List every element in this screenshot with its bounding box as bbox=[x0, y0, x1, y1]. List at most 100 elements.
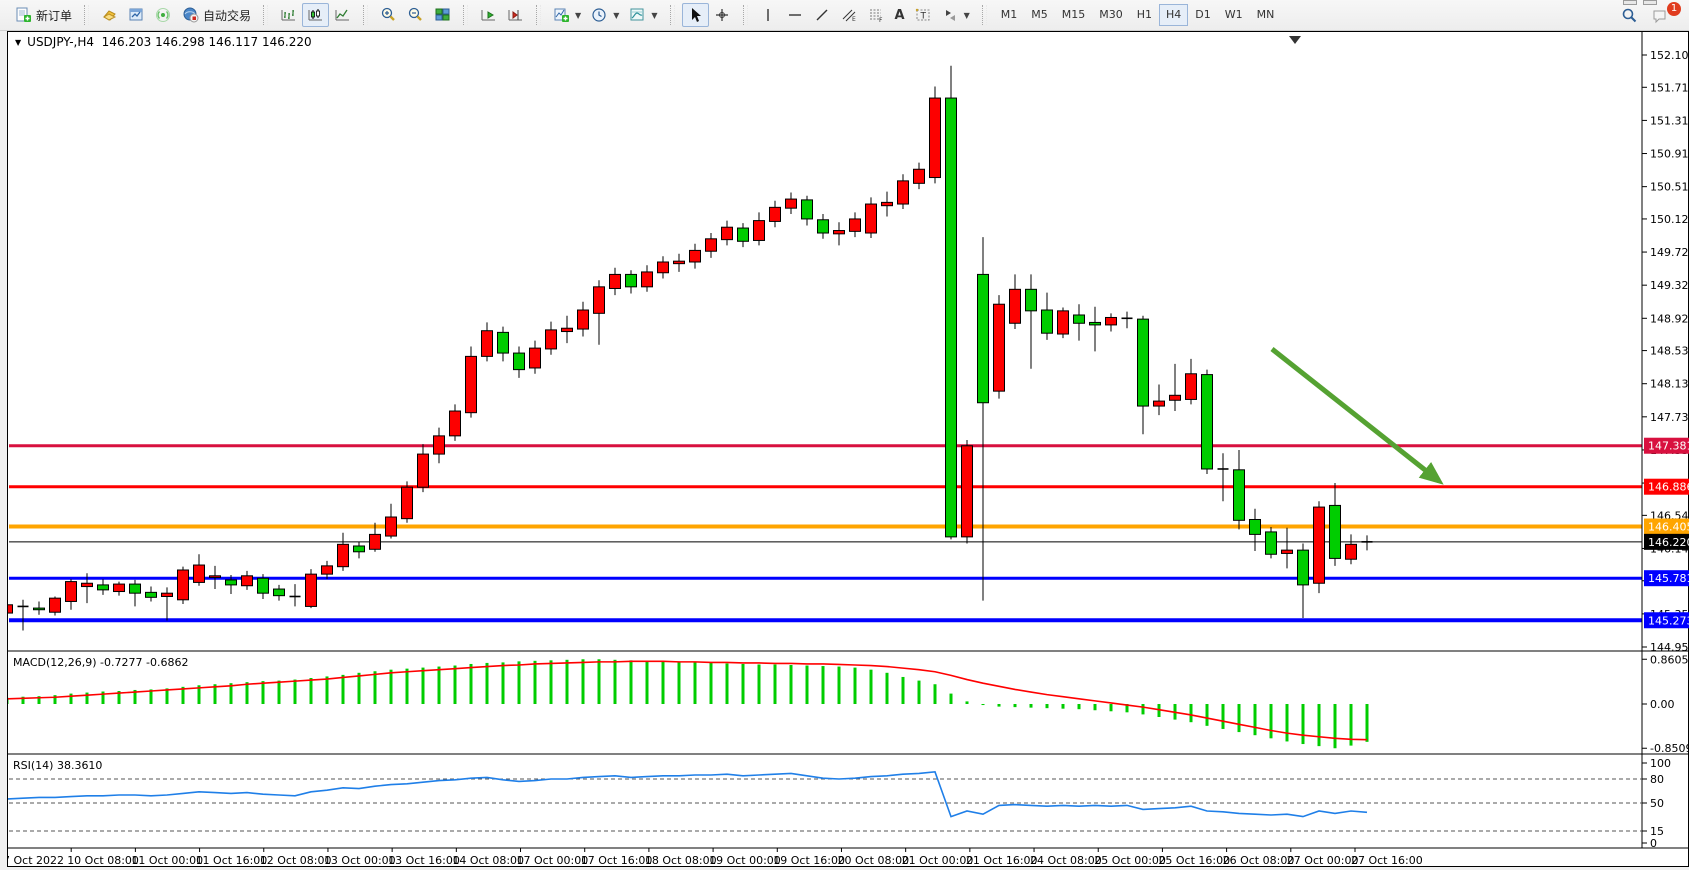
cursor-tool-button[interactable] bbox=[682, 3, 709, 27]
rsi-line bbox=[8, 772, 1367, 817]
signals-button[interactable] bbox=[150, 3, 177, 27]
candlestick-icon bbox=[307, 7, 324, 23]
arrows-tool-button[interactable]: ▼ bbox=[937, 3, 975, 27]
svg-text:146.886: 146.886 bbox=[1648, 481, 1689, 494]
timeframe-M5[interactable]: M5 bbox=[1024, 4, 1055, 26]
dropdown-arrow-icon: ▼ bbox=[964, 11, 970, 20]
svg-text:17 Oct 00:00: 17 Oct 00:00 bbox=[517, 854, 589, 867]
templates-button[interactable]: ▼ bbox=[624, 3, 662, 27]
dropdown-arrow-icon: ▼ bbox=[613, 11, 619, 20]
svg-text:149.720: 149.720 bbox=[1650, 246, 1689, 259]
main-toolbar: 新订单 自动交易 bbox=[0, 0, 1689, 31]
svg-text:144.950: 144.950 bbox=[1650, 641, 1689, 654]
svg-text:-0.8509: -0.8509 bbox=[1650, 742, 1689, 755]
candlestick-mode-button[interactable] bbox=[302, 3, 329, 27]
tile-windows-button[interactable] bbox=[429, 3, 456, 27]
time-axis[interactable]: 7 Oct 202210 Oct 08:0011 Oct 00:0011 Oct… bbox=[8, 848, 1423, 867]
svg-text:148.130: 148.130 bbox=[1650, 378, 1689, 391]
timeframe-M15[interactable]: M15 bbox=[1055, 4, 1093, 26]
svg-text:19 Oct 16:00: 19 Oct 16:00 bbox=[773, 854, 845, 867]
notification-badge: 1 bbox=[1667, 2, 1681, 16]
search-icon[interactable] bbox=[1620, 7, 1637, 23]
quotes-button[interactable] bbox=[96, 3, 123, 27]
timeframe-H1[interactable]: H1 bbox=[1130, 4, 1159, 26]
toolbar-separator bbox=[363, 5, 368, 25]
svg-text:147.381: 147.381 bbox=[1648, 440, 1689, 453]
svg-text:21 Oct 00:00: 21 Oct 00:00 bbox=[902, 854, 974, 867]
channel-icon: E bbox=[841, 7, 858, 23]
svg-text:27 Oct 00:00: 27 Oct 00:00 bbox=[1287, 854, 1359, 867]
zoom-in-icon bbox=[380, 7, 397, 23]
timeframe-group: M1M5M15M30H1H4D1W1MN bbox=[990, 0, 1286, 30]
zoom-out-button[interactable] bbox=[402, 3, 429, 27]
window-restore-button[interactable] bbox=[1643, 0, 1657, 5]
svg-text:100: 100 bbox=[1650, 757, 1671, 770]
svg-text:18 Oct 08:00: 18 Oct 08:00 bbox=[645, 854, 717, 867]
line-chart-mode-button[interactable] bbox=[329, 3, 356, 27]
timeframe-W1[interactable]: W1 bbox=[1218, 4, 1250, 26]
auto-scroll-button[interactable] bbox=[475, 3, 502, 27]
new-order-button[interactable]: 新订单 bbox=[10, 3, 77, 27]
auto-scroll-icon bbox=[480, 7, 497, 23]
chart-title-ohlc: 146.203 146.298 146.117 146.220 bbox=[102, 35, 312, 49]
svg-text:146.405: 146.405 bbox=[1648, 521, 1689, 534]
horizontal-line-icon bbox=[787, 7, 804, 23]
chart-menu-triangle-icon[interactable]: ▼ bbox=[15, 38, 21, 47]
macd-indicator-label: MACD(12,26,9) -0.7277 -0.6862 bbox=[13, 656, 188, 669]
chart-canvas[interactable]: 152.100151.710151.310150.910150.510150.1… bbox=[8, 32, 1689, 868]
dropdown-arrow-icon: ▼ bbox=[575, 11, 581, 20]
zoom-in-button[interactable] bbox=[375, 3, 402, 27]
bar-chart-mode-button[interactable] bbox=[275, 3, 302, 27]
price-axis[interactable]: 152.100151.710151.310150.910150.510150.1… bbox=[1642, 49, 1689, 654]
toolbar-separator bbox=[982, 5, 987, 25]
price-level-lines bbox=[9, 446, 1642, 621]
template-icon bbox=[629, 7, 646, 23]
new-order-icon bbox=[15, 7, 32, 23]
market-watch-button[interactable] bbox=[123, 3, 150, 27]
trend-arrow-annotation[interactable] bbox=[1272, 349, 1439, 481]
chat-notifications-icon[interactable]: 1 bbox=[1651, 7, 1673, 23]
chart-window[interactable]: ▼ USDJPY-,H4 146.203 146.298 146.117 146.… bbox=[7, 31, 1689, 867]
timeframe-D1[interactable]: D1 bbox=[1188, 4, 1217, 26]
vertical-line-tool-button[interactable] bbox=[755, 3, 782, 27]
auto-trading-button[interactable]: 自动交易 bbox=[177, 3, 256, 27]
crosshair-icon bbox=[714, 7, 731, 23]
periods-button[interactable]: ▼ bbox=[586, 3, 624, 27]
equidistant-channel-tool-button[interactable]: E bbox=[836, 3, 863, 27]
svg-text:149.320: 149.320 bbox=[1650, 279, 1689, 292]
toolbar-separator bbox=[463, 5, 468, 25]
trendline-icon bbox=[814, 7, 831, 23]
window-minimize-button[interactable] bbox=[1623, 0, 1637, 5]
chart-shift-marker[interactable] bbox=[1289, 36, 1301, 44]
fibonacci-tool-button[interactable]: F bbox=[863, 3, 890, 27]
svg-text:150.120: 150.120 bbox=[1650, 213, 1689, 226]
svg-text:11 Oct 00:00: 11 Oct 00:00 bbox=[131, 854, 203, 867]
macd-pane: 0.86050.00-0.8509 bbox=[8, 653, 1689, 755]
tile-windows-icon bbox=[434, 7, 451, 23]
svg-text:0.8605: 0.8605 bbox=[1650, 653, 1689, 666]
horizontal-line-tool-button[interactable] bbox=[782, 3, 809, 27]
indicators-button[interactable]: ▼ bbox=[548, 3, 586, 27]
timeframe-MN[interactable]: MN bbox=[1250, 4, 1282, 26]
svg-text:0: 0 bbox=[1650, 837, 1657, 850]
svg-text:13 Oct 00:00: 13 Oct 00:00 bbox=[324, 854, 396, 867]
svg-text:80: 80 bbox=[1650, 773, 1664, 786]
timeframe-H4[interactable]: H4 bbox=[1159, 4, 1188, 26]
line-chart-icon bbox=[334, 7, 351, 23]
trendline-tool-button[interactable] bbox=[809, 3, 836, 27]
svg-text:145.781: 145.781 bbox=[1648, 572, 1689, 585]
chart-title-symbol: USDJPY-,H4 bbox=[27, 35, 94, 49]
svg-text:27 Oct 16:00: 27 Oct 16:00 bbox=[1351, 854, 1423, 867]
toolbar-separator bbox=[536, 5, 541, 25]
timeframe-M1[interactable]: M1 bbox=[994, 4, 1025, 26]
svg-text:T: T bbox=[919, 12, 926, 22]
svg-text:14 Oct 08:00: 14 Oct 08:00 bbox=[452, 854, 524, 867]
crosshair-tool-button[interactable] bbox=[709, 3, 736, 27]
text-label-tool-button[interactable]: T bbox=[910, 3, 937, 27]
timeframe-M30[interactable]: M30 bbox=[1092, 4, 1130, 26]
new-order-label: 新订单 bbox=[36, 7, 72, 24]
text-tool-button[interactable]: A bbox=[890, 3, 910, 27]
svg-text:10 Oct 08:00: 10 Oct 08:00 bbox=[67, 854, 139, 867]
chart-shift-button[interactable] bbox=[502, 3, 529, 27]
toolbar-separator bbox=[84, 5, 89, 25]
